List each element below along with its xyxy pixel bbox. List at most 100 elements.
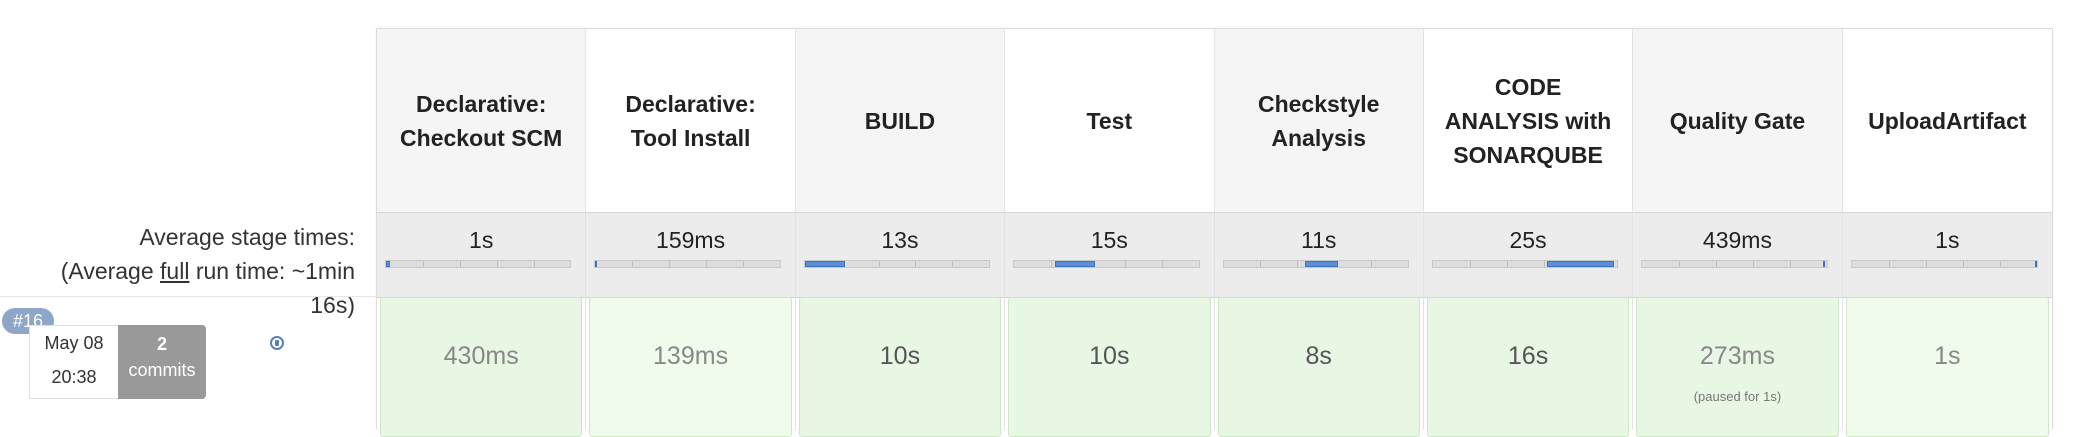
stage-column: BUILD 13s 10s <box>795 29 1006 437</box>
stage-run-time: 273ms <box>1699 342 1775 370</box>
bar-tick <box>1260 261 1262 267</box>
bar-tick <box>952 261 954 267</box>
bar-tick <box>1716 261 1717 267</box>
stage-header: UploadArtifact <box>1842 29 2052 212</box>
stage-column: Declarative: Tool Install 159ms 139ms <box>586 29 796 437</box>
stage-average-bar <box>1850 260 2038 268</box>
stage-average-bar <box>1013 260 1200 268</box>
stage-header: Declarative: Tool Install <box>586 29 795 212</box>
commits-count: 2 <box>156 334 167 354</box>
stage-header: Test <box>1005 29 1214 212</box>
bar-tick <box>878 261 880 267</box>
stage-average-bar <box>594 260 781 268</box>
stage-average: 15s <box>1005 212 1214 298</box>
stage-run-cell[interactable]: 8s <box>1217 297 1420 437</box>
stage-run-cell[interactable]: 16s <box>1426 297 1630 437</box>
info-icon[interactable] <box>270 336 284 350</box>
build-row-divider <box>0 296 376 297</box>
stage-average-bar <box>803 260 991 268</box>
bar-tick <box>1506 261 1508 267</box>
stage-average-bar <box>1222 260 1409 268</box>
stage-header: CODE ANALYSIS with SONARQUBE <box>1423 29 1633 212</box>
stage-run-cell[interactable]: 139ms <box>589 297 792 437</box>
build-date-box: May 08 20:38 <box>29 325 119 399</box>
stage-average-time: 13s <box>881 227 919 253</box>
bar-tick <box>632 261 634 267</box>
stage-average-bar <box>385 260 572 268</box>
stage-run-note: (paused for 1s) <box>1693 389 1782 404</box>
bar-tick <box>1679 261 1681 267</box>
average-time-fill <box>1822 261 1825 267</box>
bar-tick <box>1543 261 1545 267</box>
stage-average-time: 439ms <box>1702 227 1772 253</box>
bar-tick <box>1752 261 1754 267</box>
average-time-fill <box>804 261 846 267</box>
average-time-fill <box>2035 261 2038 267</box>
stage-header: Declarative: Checkout SCM <box>377 29 586 212</box>
stage-run-time: 10s <box>879 342 921 370</box>
stage-average-time: 159ms <box>656 227 726 253</box>
stage-average: 1s <box>1842 212 2052 298</box>
bar-tick <box>1999 261 2001 267</box>
stage-run-cell[interactable]: 273ms (paused for 1s) <box>1636 297 1839 437</box>
bar-tick <box>742 261 744 267</box>
stage-run-time: 139ms <box>653 342 729 370</box>
stage-header: BUILD <box>795 29 1005 212</box>
stage-column: UploadArtifact 1s 1s <box>1842 29 2052 437</box>
bar-tick <box>1051 261 1052 267</box>
commits-button[interactable]: 2 commits <box>118 325 206 399</box>
stage-average-time: 25s <box>1509 227 1547 253</box>
run-time-suffix: run time: ~1min <box>189 258 355 284</box>
stage-average: 1s <box>377 212 586 298</box>
commits-label: commits <box>128 360 196 380</box>
bar-tick <box>1297 261 1299 267</box>
bar-tick <box>1789 261 1791 267</box>
stage-average: 159ms <box>586 212 795 298</box>
average-full-run-time: (Average full run time: ~1min <box>0 254 355 288</box>
bar-tick <box>422 261 424 267</box>
stage-header: Checkstyle Analysis <box>1214 29 1423 212</box>
stage-run-time: 8s <box>1305 342 1332 370</box>
run-time-prefix: (Average <box>60 258 161 284</box>
stage-average-time: 11s <box>1300 227 1337 253</box>
stage-run-cell[interactable]: 1s <box>1845 297 2049 437</box>
stage-column: Checkstyle Analysis 11s 8s <box>1214 29 1424 437</box>
bar-tick <box>533 261 535 267</box>
bar-tick <box>459 261 461 267</box>
stage-run-time: 16s <box>1507 342 1549 370</box>
bar-tick <box>1469 261 1471 267</box>
average-stage-times-summary: Average stage times: (Average full run t… <box>0 220 355 322</box>
stage-average: 439ms <box>1633 212 1842 298</box>
average-time-fill <box>595 261 598 267</box>
stage-run-time: 430ms <box>443 342 519 370</box>
bar-tick <box>1888 261 1890 267</box>
stage-view-grid: Declarative: Checkout SCM 1s 430ms Decla… <box>376 28 2053 437</box>
stage-run-cell[interactable]: 10s <box>1008 297 1211 437</box>
stage-average: 11s <box>1214 212 1423 298</box>
stage-header: Quality Gate <box>1633 29 1842 212</box>
average-time-fill <box>1304 261 1338 267</box>
stage-column: Test 15s 10s <box>1005 29 1215 437</box>
bar-tick <box>669 261 671 267</box>
stage-average-time: 15s <box>1090 227 1128 253</box>
bar-tick <box>1925 261 1927 267</box>
build-date: May 08 <box>44 333 104 353</box>
average-time-fill <box>1054 261 1096 267</box>
bar-tick <box>1124 261 1126 267</box>
stage-run-cell[interactable]: 430ms <box>380 297 583 437</box>
bar-tick <box>706 261 707 267</box>
stage-average-bar <box>1641 260 1828 268</box>
stage-run-cell[interactable]: 10s <box>798 297 1002 437</box>
stage-column: Quality Gate 439ms 273ms (paused for 1s) <box>1633 29 1843 437</box>
stage-average: 13s <box>795 212 1005 298</box>
bar-tick <box>1962 261 1964 267</box>
stage-average-bar <box>1431 260 1619 268</box>
stage-average-time: 1s <box>469 227 494 253</box>
full-run-link[interactable]: full <box>160 258 189 284</box>
stage-run-time: 1s <box>1934 342 1961 370</box>
stage-column: CODE ANALYSIS with SONARQUBE 25s 16s <box>1423 29 1634 437</box>
stage-average-time: 1s <box>1935 227 1960 253</box>
stage-average: 25s <box>1423 212 1633 298</box>
bar-tick <box>1371 261 1372 267</box>
build-time: 20:38 <box>51 367 97 387</box>
